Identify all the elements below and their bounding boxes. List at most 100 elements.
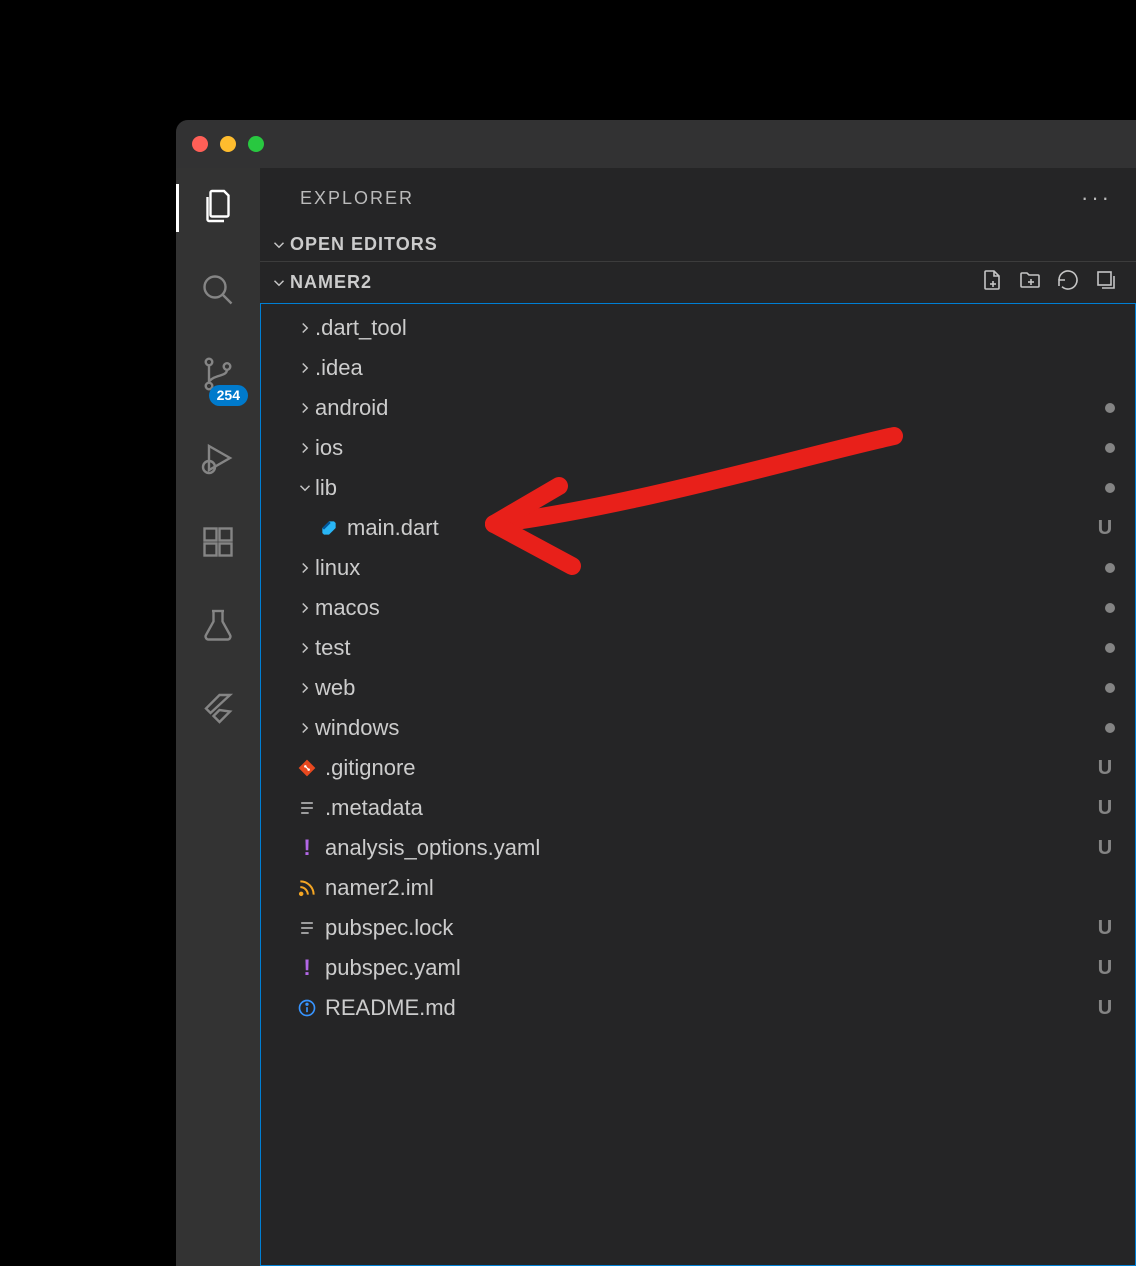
tree-item-label: .dart_tool [315,315,407,341]
file-dart-icon [317,518,341,538]
new-file-button[interactable] [980,268,1004,297]
tree-item-label: pubspec.yaml [325,955,461,981]
chevron-right-icon [295,719,315,737]
sidebar-more-button[interactable]: ··· [1081,185,1112,211]
folder-row[interactable]: windows [261,708,1135,748]
file-row[interactable]: main.dart U [261,508,1135,548]
chevron-right-icon [295,439,315,457]
tree-item-label: android [315,395,388,421]
tree-item-label: macos [315,595,380,621]
tree-item-label: ios [315,435,343,461]
git-dirty-dot [1105,563,1115,573]
activity-scm[interactable]: 254 [176,352,260,400]
window-close-button[interactable] [192,136,208,152]
chevron-right-icon [295,679,315,697]
project-header[interactable]: NAMER2 [260,261,1136,303]
file-text-icon [295,918,319,938]
collapse-all-button[interactable] [1094,268,1118,297]
git-dirty-dot [1105,683,1115,693]
activity-bar: 254 [176,168,260,1266]
chevron-down-icon [268,236,290,254]
open-editors-label: OPEN EDITORS [290,234,438,255]
git-status-letter: U [1095,837,1115,860]
git-status-letter: U [1095,997,1115,1020]
file-info-icon [295,998,319,1018]
tree-item-label: main.dart [347,515,439,541]
git-dirty-dot [1105,643,1115,653]
git-status-letter: U [1095,917,1115,940]
file-git-icon [295,758,319,778]
sidebar-title: EXPLORER [300,188,414,209]
folder-row[interactable]: web [261,668,1135,708]
sidebar-title-row: EXPLORER ··· [260,168,1136,228]
tree-item-label: README.md [325,995,456,1021]
git-dirty-dot [1105,723,1115,733]
tree-item-label: test [315,635,350,661]
file-row[interactable]: .metadata U [261,788,1135,828]
folder-row[interactable]: lib [261,468,1135,508]
file-row[interactable]: README.md U [261,988,1135,1028]
flutter-icon [200,692,236,733]
file-row[interactable]: !pubspec.yaml U [261,948,1135,988]
folder-row[interactable]: .dart_tool [261,308,1135,348]
folder-row[interactable]: test [261,628,1135,668]
chevron-right-icon [295,599,315,617]
chevron-down-icon [268,274,290,292]
window-titlebar [176,120,1136,168]
tree-item-label: .metadata [325,795,423,821]
play-bug-icon [200,440,236,481]
git-status-letter: U [1095,957,1115,980]
git-status-letter: U [1095,797,1115,820]
refresh-button[interactable] [1056,268,1080,297]
git-dirty-dot [1105,443,1115,453]
activity-testing[interactable] [176,604,260,652]
chevron-right-icon [295,319,315,337]
tree-item-label: .gitignore [325,755,416,781]
window-zoom-button[interactable] [248,136,264,152]
tree-item-label: windows [315,715,399,741]
chevron-right-icon [295,399,315,417]
tree-item-label: lib [315,475,337,501]
tree-item-label: pubspec.lock [325,915,453,941]
file-tree[interactable]: .dart_tool .idea android ios lib main.dart Uli… [260,303,1136,1266]
folder-row[interactable]: android [261,388,1135,428]
chevron-right-icon [295,639,315,657]
file-rss-icon [295,878,319,898]
folder-row[interactable]: linux [261,548,1135,588]
vscode-window: 254 [176,120,1136,1266]
file-row[interactable]: .gitignoreU [261,748,1135,788]
git-status-letter: U [1095,517,1115,540]
activity-extensions[interactable] [176,520,260,568]
activity-explorer[interactable] [176,184,260,232]
tree-item-label: web [315,675,355,701]
file-yaml-icon: ! [295,955,319,981]
tree-item-label: analysis_options.yaml [325,835,540,861]
beaker-icon [200,608,236,649]
chevron-down-icon [295,479,315,497]
file-row[interactable]: pubspec.lock U [261,908,1135,948]
chevron-right-icon [295,559,315,577]
tree-item-label: linux [315,555,360,581]
window-minimize-button[interactable] [220,136,236,152]
git-dirty-dot [1105,403,1115,413]
folder-row[interactable]: .idea [261,348,1135,388]
activity-debug[interactable] [176,436,260,484]
explorer-sidebar: EXPLORER ··· OPEN EDITORS NAMER2 [260,168,1136,1266]
scm-badge: 254 [209,385,248,406]
git-dirty-dot [1105,603,1115,613]
new-folder-button[interactable] [1018,268,1042,297]
tree-item-label: namer2.iml [325,875,434,901]
tree-item-label: .idea [315,355,363,381]
open-editors-header[interactable]: OPEN EDITORS [260,228,1136,261]
folder-row[interactable]: ios [261,428,1135,468]
project-toolbar [980,268,1128,297]
activity-search[interactable] [176,268,260,316]
chevron-right-icon [295,359,315,377]
git-dirty-dot [1105,483,1115,493]
folder-row[interactable]: macos [261,588,1135,628]
extensions-icon [200,524,236,565]
file-yaml-icon: ! [295,835,319,861]
file-row[interactable]: !analysis_options.yaml U [261,828,1135,868]
activity-flutter[interactable] [176,688,260,736]
file-row[interactable]: namer2.iml [261,868,1135,908]
